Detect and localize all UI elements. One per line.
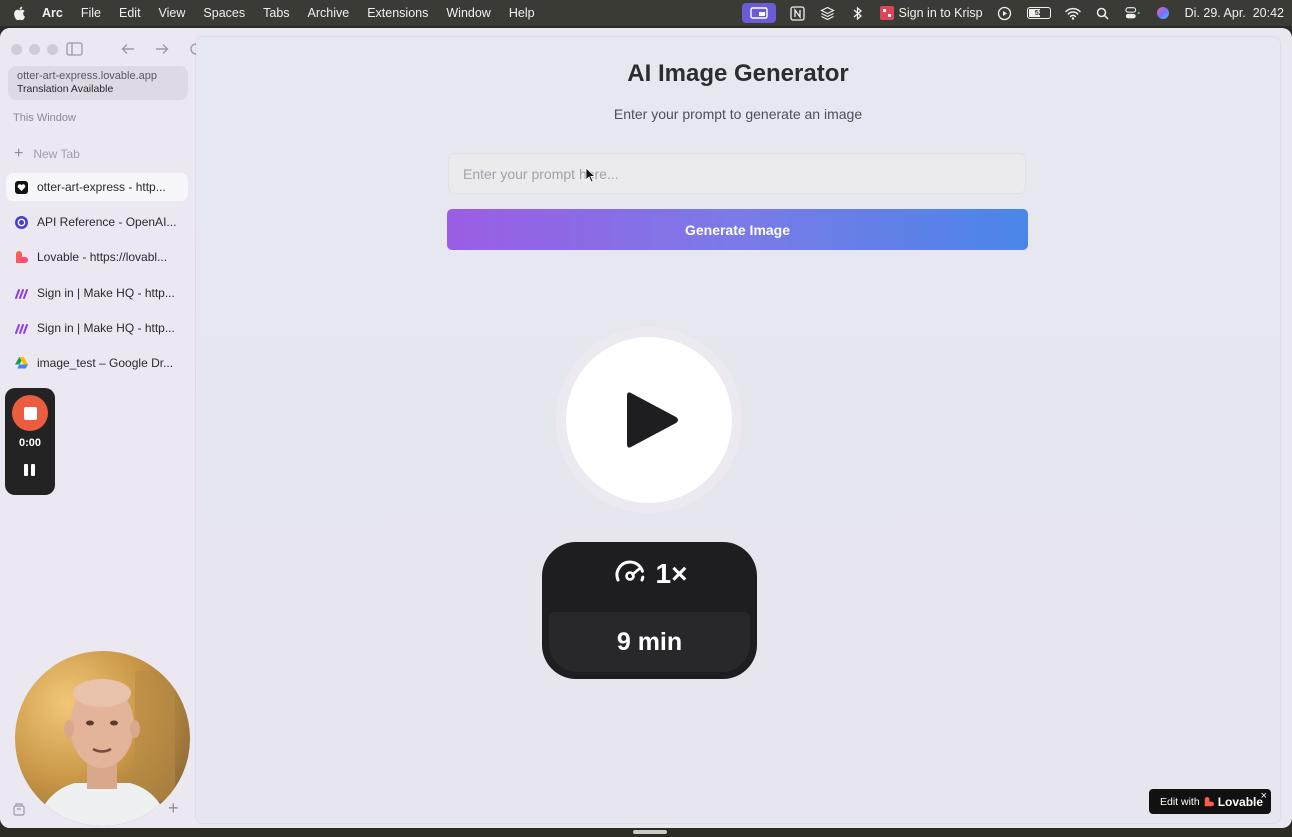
menu-extensions[interactable]: Extensions: [367, 6, 428, 20]
webcam-bubble[interactable]: [15, 651, 190, 826]
translation-notice[interactable]: Translation Available: [17, 83, 179, 96]
notion-icon[interactable]: [790, 5, 806, 21]
sidebar-tab-lovable[interactable]: Lovable - https://lovabl...: [6, 243, 188, 271]
window-controls: [11, 44, 58, 55]
sidebar-tab-google-drive[interactable]: image_test – Google Dr...: [6, 349, 188, 377]
google-drive-icon: [15, 357, 28, 370]
play-button-face: [566, 337, 732, 503]
mouse-cursor-icon: [585, 167, 595, 183]
speed-gauge-icon: [615, 560, 645, 582]
macos-menu-bar: Arc File Edit View Spaces Tabs Archive E…: [0, 0, 1292, 26]
video-duration: 9 min: [549, 612, 750, 672]
zoom-window-button[interactable]: [47, 44, 58, 55]
lovable-heart-icon: [15, 180, 28, 194]
archive-icon[interactable]: [12, 802, 26, 816]
playback-speed[interactable]: 1×: [542, 558, 757, 590]
sidebar-tab-make-1[interactable]: Sign in | Make HQ - http...: [6, 279, 188, 307]
tab-label: API Reference - OpenAI...: [37, 215, 177, 229]
close-window-button[interactable]: [11, 44, 22, 55]
krisp-label: Sign in to Krisp: [898, 6, 983, 20]
presenter-video-frame: [35, 671, 175, 826]
add-space-icon[interactable]: +: [168, 798, 179, 819]
make-icon: [15, 322, 28, 335]
openai-icon: [15, 215, 28, 229]
new-tab-label: New Tab: [33, 147, 80, 161]
recording-timer: 0:00: [18, 437, 42, 449]
tab-label: Sign in | Make HQ - http...: [37, 286, 175, 300]
control-center-icon[interactable]: [1124, 5, 1141, 21]
menu-tabs[interactable]: Tabs: [263, 6, 289, 20]
make-icon: [15, 287, 28, 300]
back-arrow-icon[interactable]: [118, 40, 138, 58]
play-icon: [627, 392, 678, 448]
prompt-input[interactable]: [448, 153, 1026, 194]
tab-label: image_test – Google Dr...: [37, 356, 174, 370]
pause-icon[interactable]: [24, 464, 35, 476]
minimize-window-button[interactable]: [29, 44, 40, 55]
search-icon[interactable]: [1095, 5, 1111, 21]
page-title: AI Image Generator: [627, 60, 849, 87]
video-info-card[interactable]: 1× 9 min: [542, 542, 757, 679]
video-play-button[interactable]: [556, 327, 742, 513]
layers-icon[interactable]: [820, 5, 836, 21]
speed-label: 1×: [655, 558, 688, 589]
stop-icon: [23, 406, 37, 420]
menu-view[interactable]: View: [159, 6, 186, 20]
section-label: This Window: [13, 112, 76, 124]
siri-icon[interactable]: [1155, 5, 1171, 21]
toggle-sidebar-icon[interactable]: [64, 40, 84, 58]
new-tab-button[interactable]: + New Tab: [14, 145, 80, 163]
dock-handle: [633, 830, 667, 834]
tab-label: Sign in | Make HQ - http...: [37, 321, 175, 335]
address-bar[interactable]: otter-art-express.lovable.app Translatio…: [8, 66, 188, 100]
browser-sidebar: otter-art-express.lovable.app Translatio…: [0, 28, 202, 828]
sidebar-toolbar: [64, 40, 206, 58]
lovable-logo-icon: [1204, 796, 1214, 806]
generate-image-button[interactable]: Generate Image: [447, 209, 1028, 250]
lovable-icon: [15, 250, 28, 264]
battery-icon[interactable]: 52: [1026, 7, 1051, 19]
menu-spaces[interactable]: Spaces: [203, 6, 245, 20]
krisp-icon: [879, 6, 894, 20]
address-url: otter-art-express.lovable.app: [17, 70, 158, 82]
edit-with-lovable-badge[interactable]: Edit with Lovable ×: [1149, 789, 1271, 814]
stop-recording-button[interactable]: [12, 395, 48, 431]
web-content: AI Image Generator Enter your prompt to …: [196, 37, 1280, 823]
menubar-clock[interactable]: Di. 29. Apr. 20:42: [1185, 6, 1284, 20]
screen-record-icon[interactable]: [741, 3, 776, 23]
sidebar-tab-otter-art[interactable]: otter-art-express - http...: [6, 173, 188, 201]
menu-file[interactable]: File: [81, 6, 101, 20]
menu-help[interactable]: Help: [509, 6, 535, 20]
play-circle-icon[interactable]: [997, 5, 1013, 21]
bluetooth-icon[interactable]: [850, 5, 866, 21]
arc-browser-window: otter-art-express.lovable.app Translatio…: [0, 28, 1292, 828]
edit-with-label: Edit with: [1160, 795, 1200, 808]
krisp-status[interactable]: Sign in to Krisp: [879, 6, 983, 20]
tab-label: Lovable - https://lovabl...: [37, 250, 168, 264]
battery-level: 52: [1034, 9, 1043, 17]
page-subtitle: Enter your prompt to generate an image: [613, 106, 863, 122]
apple-icon[interactable]: [12, 5, 28, 21]
wifi-icon[interactable]: [1064, 5, 1081, 21]
menu-archive[interactable]: Archive: [308, 6, 350, 20]
menu-edit[interactable]: Edit: [119, 6, 141, 20]
plus-icon: +: [14, 145, 24, 162]
forward-arrow-icon[interactable]: [152, 40, 172, 58]
sidebar-tab-openai[interactable]: API Reference - OpenAI...: [6, 208, 188, 236]
menu-window[interactable]: Window: [446, 6, 490, 20]
menu-app-name[interactable]: Arc: [42, 6, 63, 20]
close-badge-icon[interactable]: ×: [1261, 790, 1267, 802]
sidebar-tab-make-2[interactable]: Sign in | Make HQ - http...: [6, 314, 188, 342]
tab-label: otter-art-express - http...: [37, 180, 166, 194]
lovable-brand: Lovable: [1217, 794, 1264, 809]
recording-controls: 0:00: [5, 388, 55, 495]
